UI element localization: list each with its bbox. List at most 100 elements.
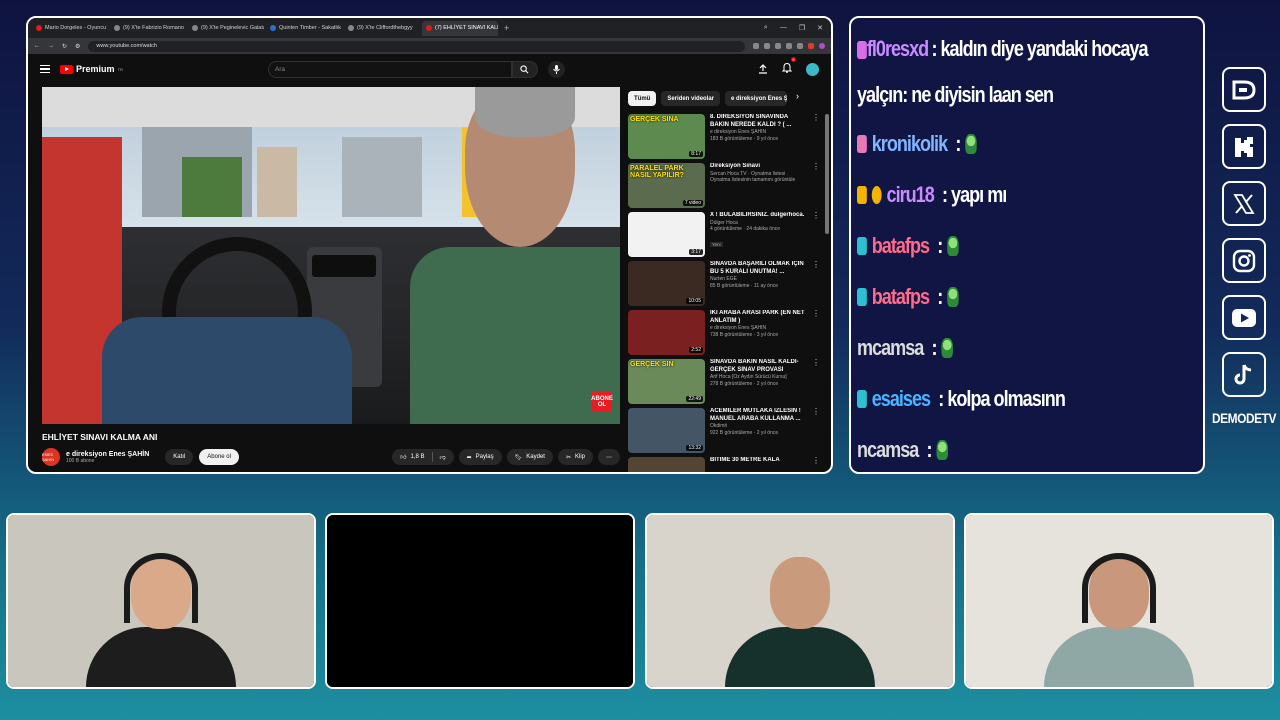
- youtube-logo[interactable]: Premium TR: [60, 64, 123, 74]
- upload-icon[interactable]: [758, 64, 768, 74]
- account-avatar[interactable]: [806, 62, 819, 76]
- search-input[interactable]: Ara: [267, 60, 512, 78]
- chevron-right-icon[interactable]: ›: [792, 91, 803, 106]
- new-tab-button[interactable]: +: [500, 23, 513, 33]
- more-vertical-icon[interactable]: ⋮: [812, 212, 820, 261]
- channel-avatar[interactable]: ENES ŞAHİN: [42, 448, 60, 466]
- video-thumbnail[interactable]: 10:05: [628, 261, 705, 306]
- video-title[interactable]: SINAVDA BAŞARILI OLMAK İÇİN BU 5 KURALI …: [710, 261, 807, 276]
- more-vertical-icon[interactable]: ⋮: [812, 408, 820, 457]
- mic-icon: [552, 64, 560, 74]
- video-thumbnail[interactable]: GERÇEK SIN 22:49: [628, 359, 705, 404]
- extension-icon[interactable]: [764, 43, 770, 49]
- extension-icon[interactable]: [753, 43, 759, 49]
- video-player[interactable]: ABONE OL: [42, 87, 620, 424]
- reload-icon[interactable]: ↻: [62, 43, 67, 50]
- extension-icon[interactable]: [786, 43, 792, 49]
- profile-icon[interactable]: [819, 43, 825, 49]
- address-toolbar: ← → ↻ ⚙ www.youtube.com/watch: [28, 38, 831, 54]
- recommended-video[interactable]: GERÇEK SINA 8:17 8. DİREKSİYON SINAVINDA B…: [628, 114, 820, 163]
- browser-tab[interactable]: Quinten Timber - Sakatlık: [266, 21, 342, 36]
- more-vertical-icon[interactable]: ⋮: [812, 310, 820, 359]
- recommended-video[interactable]: GERÇEK SIN 22:49 SINAVDA BAKIN NASIL KALDI…: [628, 359, 820, 408]
- recommended-video[interactable]: 2:52 İKİ ARABA ARASI PARK (EN NET ANLATIM…: [628, 310, 820, 359]
- close-icon[interactable]: ✕: [817, 24, 823, 32]
- extension-icon[interactable]: [797, 43, 803, 49]
- more-vertical-icon[interactable]: ⋮: [812, 359, 820, 408]
- minimize-icon[interactable]: —: [780, 24, 787, 32]
- video-thumbnail[interactable]: [628, 457, 705, 472]
- emote-icon: [965, 133, 977, 154]
- chat-username[interactable]: batafps: [872, 223, 930, 269]
- maximize-icon[interactable]: ❐: [799, 24, 805, 32]
- more-vertical-icon[interactable]: ⋮: [812, 163, 820, 212]
- channel-name[interactable]: e direksiyon Enes ŞAHİN: [66, 451, 149, 458]
- user-badge-icon: [857, 41, 867, 60]
- video-title[interactable]: ACEMİLER MUTLAKA İZLESİN ! MANUEL ARABA …: [710, 408, 807, 423]
- subscribe-overlay-badge[interactable]: ABONE OL: [591, 392, 613, 412]
- video-title[interactable]: BİTİME 30 METRE KALA: [710, 457, 807, 465]
- video-title[interactable]: SINAVDA BAKIN NASIL KALDI- GERÇEK SINAV …: [710, 359, 807, 374]
- recommended-video[interactable]: 3:17 X ! BULABİLİRSİNİZ. dulgerhoca. Dülge…: [628, 212, 820, 261]
- search-tabs-icon[interactable]: ⌕: [764, 24, 768, 32]
- video-thumbnail[interactable]: 2:52: [628, 310, 705, 355]
- more-vertical-icon[interactable]: ⋮: [812, 114, 820, 163]
- chat-username[interactable]: ciru18: [887, 172, 935, 218]
- recommended-video[interactable]: PARALEL PARK NASIL YAPILIR? 7 video Direks…: [628, 163, 820, 212]
- thumbs-down-icon[interactable]: 👎︎: [440, 453, 446, 461]
- filter-chip[interactable]: e direksiyon Enes ŞAHİN: [725, 91, 788, 106]
- extension-icon[interactable]: [808, 43, 814, 49]
- video-thumbnail[interactable]: 13:32: [628, 408, 705, 453]
- notifications-button[interactable]: 9: [781, 57, 796, 78]
- video-title[interactable]: Direksiyon Sınavı: [710, 163, 807, 171]
- url-field[interactable]: www.youtube.com/watch: [88, 40, 745, 52]
- clip-button[interactable]: ✂ Klip: [557, 449, 593, 465]
- voice-search-button[interactable]: [547, 60, 565, 78]
- tiktok-icon: [1221, 352, 1266, 397]
- chat-username[interactable]: kronikolik: [872, 121, 948, 167]
- recommended-video[interactable]: 13:32 ACEMİLER MUTLAKA İZLESİN ! MANUEL A…: [628, 408, 820, 457]
- forward-icon[interactable]: →: [48, 43, 54, 49]
- browser-tab[interactable]: (9) X'te Fabrizio Romano: [110, 21, 186, 36]
- chat-username[interactable]: fl0resxd: [867, 36, 929, 61]
- browser-tab[interactable]: (7) EHLİYET SINAVI KALM: [422, 20, 498, 36]
- tab-bar: Mario Dorgeles - Oyuncu (9) X'te Fabrizio…: [28, 18, 831, 38]
- recommended-video[interactable]: BİTİME 30 METRE KALA ⋮: [628, 457, 820, 472]
- hamburger-menu-icon[interactable]: [40, 65, 50, 73]
- share-button[interactable]: ➦ Paylaş: [458, 449, 502, 465]
- more-actions-button[interactable]: ⋯: [598, 449, 620, 465]
- recommendations-scrollbar[interactable]: [825, 114, 829, 234]
- recommended-video[interactable]: 10:05 SINAVDA BAŞARILI OLMAK İÇİN BU 5 KU…: [628, 261, 820, 310]
- save-button[interactable]: 🔖︎ Kaydet: [506, 449, 553, 465]
- browser-tab[interactable]: Mario Dorgeles - Oyuncu: [32, 21, 108, 36]
- back-icon[interactable]: ←: [34, 43, 40, 49]
- video-meta: X ! BULABİLİRSİNİZ. dulgerhoca. Dülger Ho…: [710, 212, 807, 261]
- youtube-play-icon: [60, 64, 73, 74]
- extension-icon[interactable]: [775, 43, 781, 49]
- chat-username[interactable]: batafps: [872, 274, 930, 320]
- new-badge: Yeni: [710, 241, 723, 247]
- filter-chip[interactable]: Seriden videolar: [661, 91, 721, 106]
- more-vertical-icon[interactable]: ⋮: [812, 261, 820, 310]
- filter-chip[interactable]: Tümü: [628, 91, 657, 106]
- video-thumbnail[interactable]: PARALEL PARK NASIL YAPILIR? 7 video: [628, 163, 705, 208]
- chat-username[interactable]: mcamsa: [857, 325, 924, 371]
- chat-username[interactable]: ncamsa: [857, 427, 919, 473]
- site-info-icon[interactable]: ⚙: [75, 43, 80, 50]
- video-thumbnail[interactable]: 3:17: [628, 212, 705, 257]
- subscribe-button[interactable]: Abone ol: [199, 449, 239, 465]
- browser-tab[interactable]: (9) X'te Peginelevic Galata: [188, 21, 264, 36]
- browser-tab[interactable]: (9) X'te Cliffordthebgyy: [344, 21, 420, 36]
- video-title[interactable]: X ! BULABİLİRSİNİZ. dulgerhoca.: [710, 212, 807, 220]
- video-title[interactable]: 8. DİREKSİYON SINAVINDA BAKIN NEREDE KAL…: [710, 114, 807, 129]
- video-title[interactable]: İKİ ARABA ARASI PARK (EN NET ANLATIM ): [710, 310, 807, 325]
- like-button[interactable]: 👍︎ 1,8 B 👎︎: [392, 449, 454, 465]
- video-thumbnail[interactable]: GERÇEK SINA 8:17: [628, 114, 705, 159]
- more-horizontal-icon: ⋯: [606, 454, 612, 461]
- recommendation-chips: Tümü Seriden videolar e direksiyon Enes ŞA…: [628, 91, 803, 106]
- chat-username[interactable]: esaises: [872, 376, 931, 422]
- search-button[interactable]: [511, 60, 538, 78]
- join-button[interactable]: Katıl: [165, 449, 194, 465]
- bookmark-icon: 🔖︎: [514, 454, 523, 461]
- more-vertical-icon[interactable]: ⋮: [812, 457, 820, 472]
